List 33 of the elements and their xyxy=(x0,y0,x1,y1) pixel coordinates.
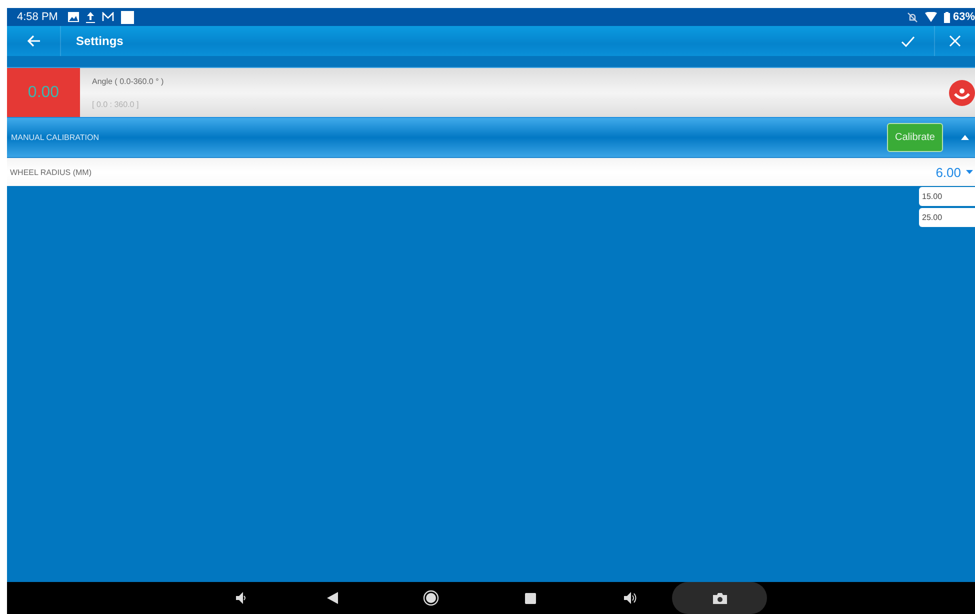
dropdown-caret-icon[interactable] xyxy=(966,170,973,174)
status-time: 4:58 PM xyxy=(17,11,58,23)
battery-level: 63% xyxy=(952,11,975,23)
section-title: MANUAL CALIBRATION xyxy=(11,133,100,142)
mail-icon xyxy=(102,12,114,22)
smiley-icon xyxy=(949,80,975,106)
square-icon xyxy=(120,10,134,24)
wifi-icon xyxy=(924,12,937,22)
image-icon xyxy=(68,12,79,22)
mute-icon xyxy=(906,12,918,22)
recents-icon[interactable] xyxy=(525,592,536,604)
volume-up-icon[interactable] xyxy=(624,592,637,604)
section-header[interactable]: MANUAL CALIBRATION Calibrate xyxy=(7,117,975,158)
angle-value: 0.00 xyxy=(7,68,80,117)
volume-down-icon[interactable] xyxy=(236,592,246,604)
dropdown-value[interactable]: 6.00 xyxy=(936,164,961,180)
window-title: Settings xyxy=(76,34,124,48)
angle-label: Angle ( 0.0-360.0 ° ) xyxy=(92,76,165,86)
dropdown-option[interactable]: 25.00 xyxy=(919,208,975,227)
battery-icon xyxy=(944,12,950,22)
dropdown-option[interactable]: 15.00 xyxy=(919,187,975,206)
camera-icon xyxy=(712,592,726,604)
screenshot-button[interactable] xyxy=(672,582,767,614)
calibrate-button[interactable]: Calibrate xyxy=(886,123,943,152)
back-arrow-icon xyxy=(26,35,40,47)
angle-range: [ 0.0 : 360.0 ] xyxy=(92,100,140,108)
check-icon xyxy=(900,36,914,46)
back-icon[interactable] xyxy=(327,592,338,604)
close-icon xyxy=(949,35,961,47)
caret-icon[interactable] xyxy=(961,135,969,140)
upload-icon xyxy=(86,12,95,22)
home-icon[interactable] xyxy=(423,590,439,606)
field-label: WHEEL RADIUS (MM) xyxy=(10,168,92,176)
